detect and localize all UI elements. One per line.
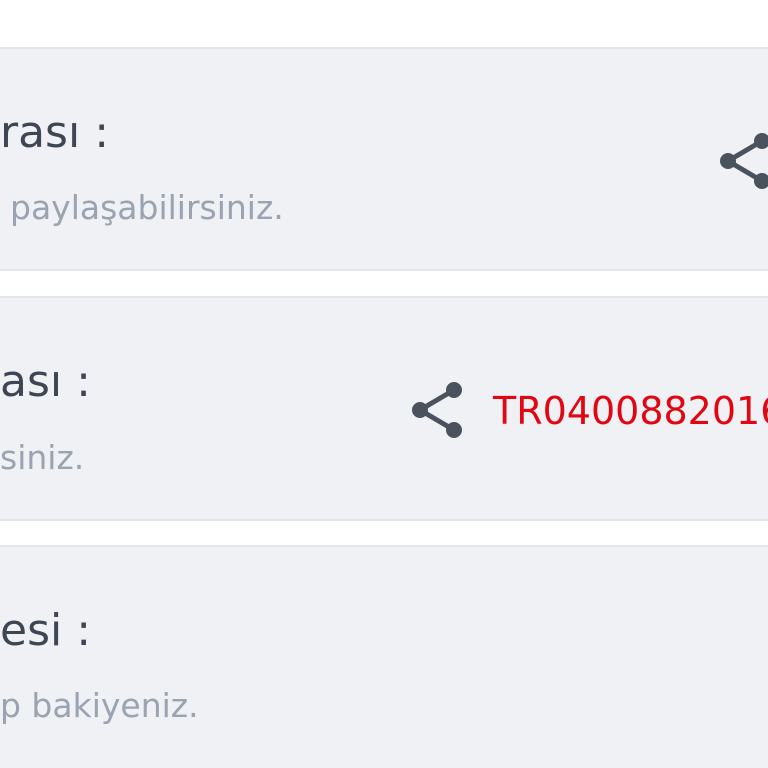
card-subtitle: paylaşabilirsiniz. xyxy=(10,188,284,227)
share-icon[interactable] xyxy=(410,378,466,442)
iban-card[interactable]: ası : siniz. TR0400882016 xyxy=(0,296,768,521)
card-title: ası : xyxy=(0,356,91,407)
share-icon[interactable] xyxy=(718,129,768,193)
balance-card[interactable]: esi : p bakiyeniz. xyxy=(0,545,768,768)
card-title: rası : xyxy=(0,107,110,158)
card-title: esi : xyxy=(0,605,92,656)
iban-value: TR0400882016 xyxy=(493,389,768,433)
card-subtitle: siniz. xyxy=(0,438,85,477)
card-subtitle: p bakiyeniz. xyxy=(0,686,199,725)
account-number-card[interactable]: rası : paylaşabilirsiniz. xyxy=(0,47,768,271)
screen: rası : paylaşabilirsiniz. ası : siniz. T… xyxy=(0,0,768,768)
